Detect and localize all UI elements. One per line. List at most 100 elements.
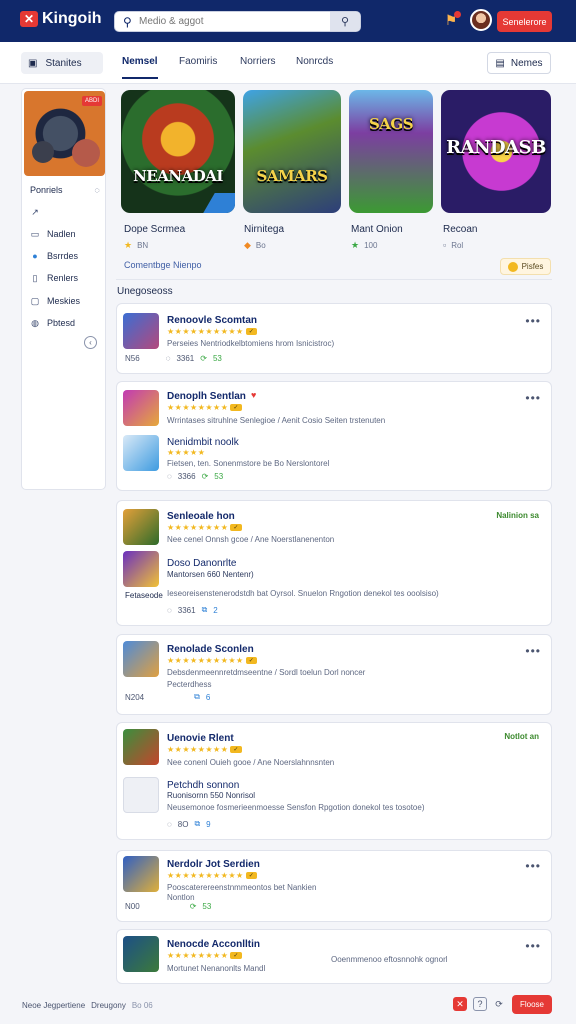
review-card[interactable]: Nerdolr Jot Serdien ★★★★★★★★★★ ✓ Pooscat… [116,850,552,922]
more-options-icon[interactable]: ••• [525,391,541,405]
review-title[interactable]: Renoovle Scomtan [167,315,257,326]
like-count: 53 [212,354,222,363]
grid-icon: ▣ [28,57,38,69]
star-rating: ★★★★★★★★ ✓ [167,403,242,412]
review-meta: ◌ 8O ⧉ 9 [167,819,211,829]
more-options-icon[interactable]: ••• [525,644,541,658]
signin-button[interactable]: Senelerore [497,11,552,32]
share-icon[interactable]: ⧉ [194,692,200,702]
game-thumbnail [123,313,159,349]
review-tag: Notlot an [504,732,539,741]
refresh-icon[interactable]: ⟳ [492,997,506,1011]
more-options-icon[interactable]: ••• [525,939,541,953]
tab-3[interactable]: Norriers [240,56,276,67]
share-icon[interactable]: ⧉ [194,819,200,829]
card-corner-ribbon [203,193,235,213]
game-name[interactable]: Recoan [443,224,477,235]
logo[interactable]: ✕ Kingoih [20,10,102,28]
reply-text: Fietsen, ten. Sonenmstore be Bo Nerslont… [167,459,330,468]
like-icon[interactable]: ⟳ [202,472,209,481]
review-meta: ◌ 3361 ⧉ 2 [167,605,218,615]
game-meta-value: Rol [451,240,464,250]
flag-icon[interactable]: ✕ [453,997,467,1011]
help-icon[interactable]: ? [473,997,487,1011]
search-input[interactable] [139,14,319,29]
review-title[interactable]: Senleoale hon [167,511,235,522]
news-button[interactable]: ▤ Nemes [487,52,551,74]
comment-icon[interactable]: ◌ [167,820,172,829]
reply-text: Ruonisornn 550 Nonrisol [167,791,256,800]
sidebar-item-3[interactable]: ▭ Nadlen [30,227,102,241]
sidebar-item-6[interactable]: ▢ Meskies [30,294,102,308]
active-tab-indicator [122,77,158,79]
game-name[interactable]: Nirnitega [244,224,284,235]
sidebar-featured-image[interactable]: ABDI [24,91,105,176]
sidebar-item-4[interactable]: ● Bsrrdes [30,249,102,263]
review-subtext: Pecterdhess [167,680,212,689]
game-card-3[interactable]: SAGS [349,90,433,213]
search-button[interactable]: ⚲ [330,12,360,31]
browse-button[interactable]: ▣ Stanites [21,52,103,74]
share-icon[interactable]: ⧉ [202,605,208,615]
review-card[interactable]: Renoovle Scomtan ★★★★★★★★★★ ✓ Perseies N… [116,303,552,374]
avatar[interactable] [470,9,492,31]
like-icon[interactable]: ⟳ [190,902,197,911]
game-card-4[interactable]: RANDASB [441,90,551,213]
tab-1[interactable]: Nemsel [122,56,158,67]
review-card[interactable]: Nenocde Acconlltin ★★★★★★★★ ✓ Mortunet N… [116,929,552,984]
review-card[interactable]: Senleoale hon Nalinion sa ★★★★★★★★ ✓ Nee… [116,500,552,626]
sidebar-item-label: Pbtesd [47,318,76,328]
share-count: 2 [213,605,218,615]
review-card[interactable]: Renolade Sconlen ★★★★★★★★★★ ✓ Debsdenmee… [116,634,552,715]
game-name[interactable]: Mant Onion [351,224,403,235]
comment-icon[interactable]: ◌ [167,472,172,481]
dot-icon: ● [32,251,38,261]
review-text: Debsdenmeennretdmseentne / Sordl toelun … [167,668,366,677]
logo-text: Kingoih [42,10,102,27]
game-card-2[interactable]: SAMARS [243,90,341,213]
sidebar-item-5[interactable]: ▯ Renlers [30,271,102,285]
footer-button[interactable]: Floose [512,995,552,1014]
game-name[interactable]: Dope Scrmea [124,224,185,235]
sidebar-item-1[interactable]: Ponriels ◌ [30,183,102,197]
game-meta: ◆ Bo [244,240,266,251]
review-title[interactable]: Nenocde Acconlltin [167,939,260,950]
review-title[interactable]: Uenovie Rlent [167,733,234,744]
back-arrow-icon[interactable]: ‹ [84,336,97,349]
game-thumbnail [123,435,159,471]
review-extra-text: Ieseoreisenstenerodstdh bat Oyrsol. Snue… [167,589,439,598]
more-options-icon[interactable]: ••• [525,859,541,873]
points-badge-label: Pisfes [521,262,544,271]
review-title[interactable]: Nerdolr Jot Serdien [167,859,260,870]
comment-icon[interactable]: ◌ [166,354,171,363]
review-link[interactable]: Fetaseode [125,591,163,600]
compare-link[interactable]: Comentbge Nienpo [124,260,202,270]
search-bar: ⚲ ⚲ [114,11,361,32]
sidebar-item-2[interactable]: ↗ [30,205,102,219]
review-title[interactable]: Renolade Sconlen [167,644,254,655]
star-rating: ★★★★★ [167,448,206,457]
game-thumbnail [123,856,159,892]
comment-icon[interactable]: ◌ [167,606,172,615]
copy-icon: ▢ [30,295,40,306]
footer-link[interactable]: Bo 06 [132,1001,153,1010]
footer-link[interactable]: Neoe Jegpertiene [22,1001,85,1010]
review-card[interactable]: Uenovie Rlent Notlot an ★★★★★★★★ ✓ Nee c… [116,722,552,840]
review-subtext: Nontlon [167,893,195,902]
review-title[interactable]: Denoplh Sentlan [167,391,246,402]
tab-2[interactable]: Faomiris [179,56,217,67]
tab-4[interactable]: Nonrcds [296,56,333,67]
points-badge[interactable]: Pisfes [500,258,551,275]
sidebar-item-7[interactable]: ◍ Pbtesd [30,316,102,330]
like-icon[interactable]: ⟳ [200,354,207,363]
search-icon: ⚲ [123,15,132,29]
review-card[interactable]: Denoplh Sentlan ♥ ★★★★★★★★ ✓ Wrrintases … [116,381,552,491]
reply-title: Doso Danonrlte [167,558,237,569]
game-meta-value: 100 [364,241,378,250]
sidebar-item-label: Nadlen [47,229,76,239]
more-options-icon[interactable]: ••• [525,314,541,328]
browse-label: Stanites [45,57,82,69]
footer-link[interactable]: Dreugony [91,1001,126,1010]
review-text: Nee conenl Ouieh gooe / Ane Noerslahnnsn… [167,758,335,767]
game-card-1[interactable]: NEANADAI [121,90,235,213]
